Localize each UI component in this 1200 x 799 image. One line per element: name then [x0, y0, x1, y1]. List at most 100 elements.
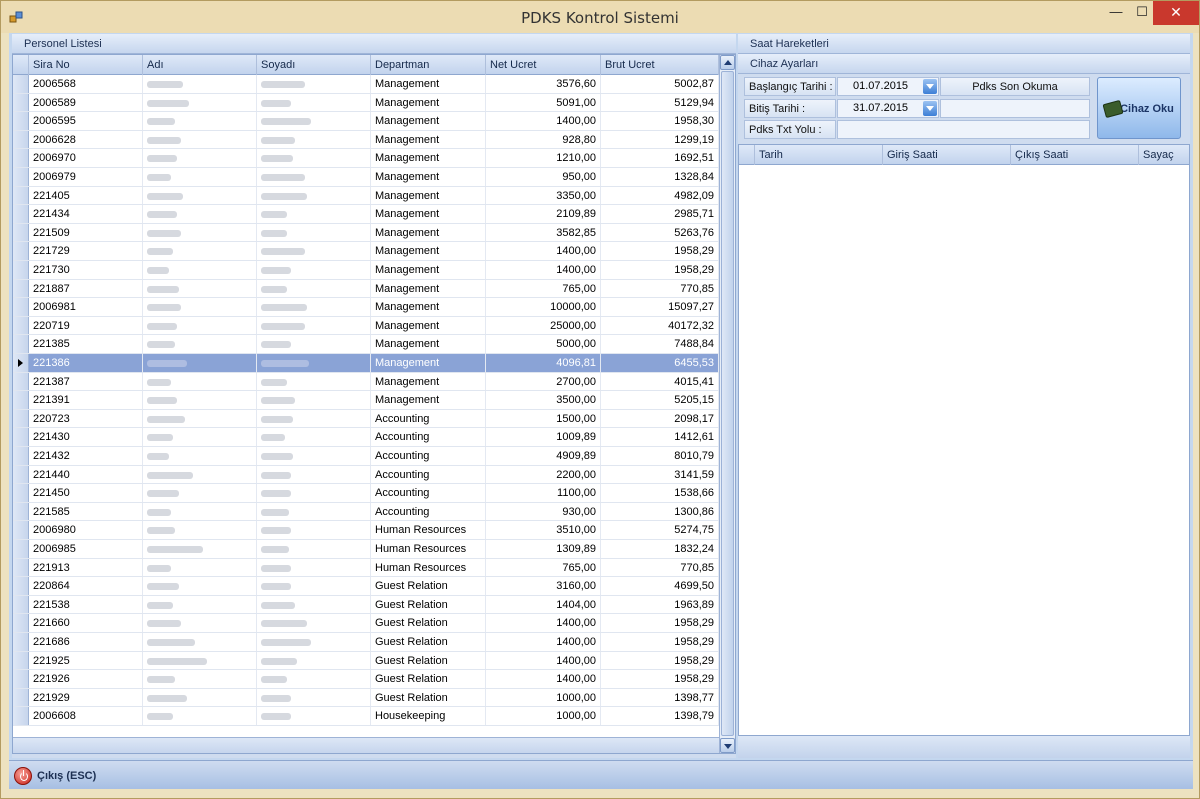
cell-net[interactable]: 2200,00 — [486, 465, 601, 484]
cell-no[interactable]: 221432 — [29, 447, 143, 465]
cell-dept[interactable]: Management — [371, 112, 486, 130]
cell-first-name-redacted[interactable] — [143, 261, 257, 279]
table-row[interactable]: 2006985 Human Resources 1309,89 1832,24 — [13, 540, 719, 559]
cell-dept[interactable]: Human Resources — [371, 521, 486, 539]
cell-last-name-redacted[interactable] — [257, 75, 371, 93]
cell-net[interactable]: 1400,00 — [486, 651, 601, 670]
cell-no[interactable]: 221929 — [29, 688, 143, 707]
cell-net[interactable]: 1400,00 — [486, 261, 601, 279]
cell-dept[interactable]: Guest Relation — [371, 595, 486, 614]
row-selector[interactable] — [13, 428, 29, 446]
row-selector[interactable] — [13, 93, 29, 112]
row-selector[interactable] — [13, 242, 29, 260]
cell-dept[interactable]: Human Resources — [371, 558, 486, 577]
cell-last-name-redacted[interactable] — [257, 149, 371, 167]
cell-net[interactable]: 3160,00 — [486, 577, 601, 595]
cell-last-name-redacted[interactable] — [257, 614, 371, 632]
cell-first-name-redacted[interactable] — [143, 186, 257, 205]
row-selector[interactable] — [13, 316, 29, 335]
cell-no[interactable]: 221386 — [29, 354, 143, 372]
cell-dept[interactable]: Management — [371, 205, 486, 223]
cell-brut[interactable]: 2098,17 — [601, 409, 719, 428]
table-row[interactable]: 221387 Management 2700,00 4015,41 — [13, 372, 719, 392]
cell-net[interactable]: 2109,89 — [486, 205, 601, 223]
row-selector[interactable] — [13, 651, 29, 670]
table-row[interactable]: 221913 Human Resources 765,00 770,85 — [13, 558, 719, 578]
cell-dept[interactable]: Housekeeping — [371, 707, 486, 725]
cell-last-name-redacted[interactable] — [257, 112, 371, 130]
row-selector[interactable] — [13, 540, 29, 558]
row-selector[interactable] — [13, 279, 29, 298]
end-date-picker[interactable]: 31.07.2015 — [837, 99, 939, 118]
table-row[interactable]: 2006589 Management 5091,00 5129,94 — [13, 93, 719, 113]
cell-last-name-redacted[interactable] — [257, 521, 371, 539]
cell-first-name-redacted[interactable] — [143, 354, 257, 372]
row-selector[interactable] — [13, 670, 29, 688]
cell-dept[interactable]: Guest Relation — [371, 614, 486, 632]
cell-dept[interactable]: Management — [371, 391, 486, 409]
row-selector[interactable] — [13, 558, 29, 577]
column-header-adi[interactable]: Adı — [143, 55, 257, 75]
cell-first-name-redacted[interactable] — [143, 558, 257, 577]
row-selector[interactable] — [13, 521, 29, 539]
scroll-down-button[interactable] — [720, 738, 735, 753]
cell-brut[interactable]: 1300,86 — [601, 502, 719, 521]
cell-net[interactable]: 3576,60 — [486, 75, 601, 93]
cell-brut[interactable]: 5274,75 — [601, 521, 719, 539]
cell-brut[interactable]: 1958,29 — [601, 633, 719, 651]
cell-dept[interactable]: Management — [371, 168, 486, 186]
cell-net[interactable]: 4909,89 — [486, 447, 601, 465]
cell-first-name-redacted[interactable] — [143, 688, 257, 707]
cell-brut[interactable]: 1958,29 — [601, 614, 719, 632]
table-row[interactable]: 221385 Management 5000,00 7488,84 — [13, 335, 719, 354]
cell-net[interactable]: 3350,00 — [486, 186, 601, 205]
cell-no[interactable]: 221925 — [29, 651, 143, 670]
cell-first-name-redacted[interactable] — [143, 465, 257, 484]
cell-first-name-redacted[interactable] — [143, 540, 257, 558]
cell-dept[interactable]: Management — [371, 261, 486, 279]
row-selector[interactable] — [13, 409, 29, 428]
cell-brut[interactable]: 770,85 — [601, 558, 719, 577]
cell-last-name-redacted[interactable] — [257, 205, 371, 223]
start-date-picker[interactable]: 01.07.2015 — [837, 77, 939, 96]
table-row[interactable]: 2006980 Human Resources 3510,00 5274,75 — [13, 521, 719, 540]
table-row[interactable]: 221686 Guest Relation 1400,00 1958,29 — [13, 633, 719, 652]
cell-no[interactable]: 221926 — [29, 670, 143, 688]
cell-first-name-redacted[interactable] — [143, 577, 257, 595]
cell-dept[interactable]: Management — [371, 316, 486, 335]
cell-last-name-redacted[interactable] — [257, 335, 371, 353]
table-row[interactable]: 221450 Accounting 1100,00 1538,66 — [13, 484, 719, 503]
cell-no[interactable]: 2006568 — [29, 75, 143, 93]
cell-dept[interactable]: Management — [371, 279, 486, 298]
column-header-soyadi[interactable]: Soyadı — [257, 55, 371, 75]
column-header-brut-ucret[interactable]: Brut Ucret — [601, 55, 719, 75]
cell-first-name-redacted[interactable] — [143, 409, 257, 428]
title-bar[interactable]: PDKS Kontrol Sistemi — ☐ ✕ — [1, 1, 1199, 33]
cell-net[interactable]: 1400,00 — [486, 112, 601, 130]
table-row[interactable]: 221440 Accounting 2200,00 3141,59 — [13, 465, 719, 485]
cell-brut[interactable]: 1832,24 — [601, 540, 719, 558]
cell-first-name-redacted[interactable] — [143, 149, 257, 167]
cell-dept[interactable]: Management — [371, 186, 486, 205]
row-selector[interactable] — [13, 465, 29, 484]
cell-net[interactable]: 1400,00 — [486, 614, 601, 632]
cell-no[interactable]: 2006628 — [29, 130, 143, 149]
cell-no[interactable]: 221450 — [29, 484, 143, 502]
cell-brut[interactable]: 1958,29 — [601, 651, 719, 670]
cell-net[interactable]: 10000,00 — [486, 298, 601, 316]
column-header-cikis-saati[interactable]: Çıkış Saati — [1011, 145, 1139, 165]
row-selector[interactable] — [13, 205, 29, 223]
column-header-giris-saati[interactable]: Giriş Saati — [883, 145, 1011, 165]
row-selector[interactable] — [13, 223, 29, 242]
cell-first-name-redacted[interactable] — [143, 391, 257, 409]
cell-first-name-redacted[interactable] — [143, 502, 257, 521]
cell-dept[interactable]: Accounting — [371, 502, 486, 521]
table-row[interactable]: 221432 Accounting 4909,89 8010,79 — [13, 447, 719, 466]
column-header-net-ucret[interactable]: Net Ucret — [486, 55, 601, 75]
cell-net[interactable]: 1000,00 — [486, 707, 601, 725]
cell-last-name-redacted[interactable] — [257, 391, 371, 409]
cell-net[interactable]: 950,00 — [486, 168, 601, 186]
cell-dept[interactable]: Management — [371, 93, 486, 112]
cell-dept[interactable]: Accounting — [371, 484, 486, 502]
cell-last-name-redacted[interactable] — [257, 316, 371, 335]
